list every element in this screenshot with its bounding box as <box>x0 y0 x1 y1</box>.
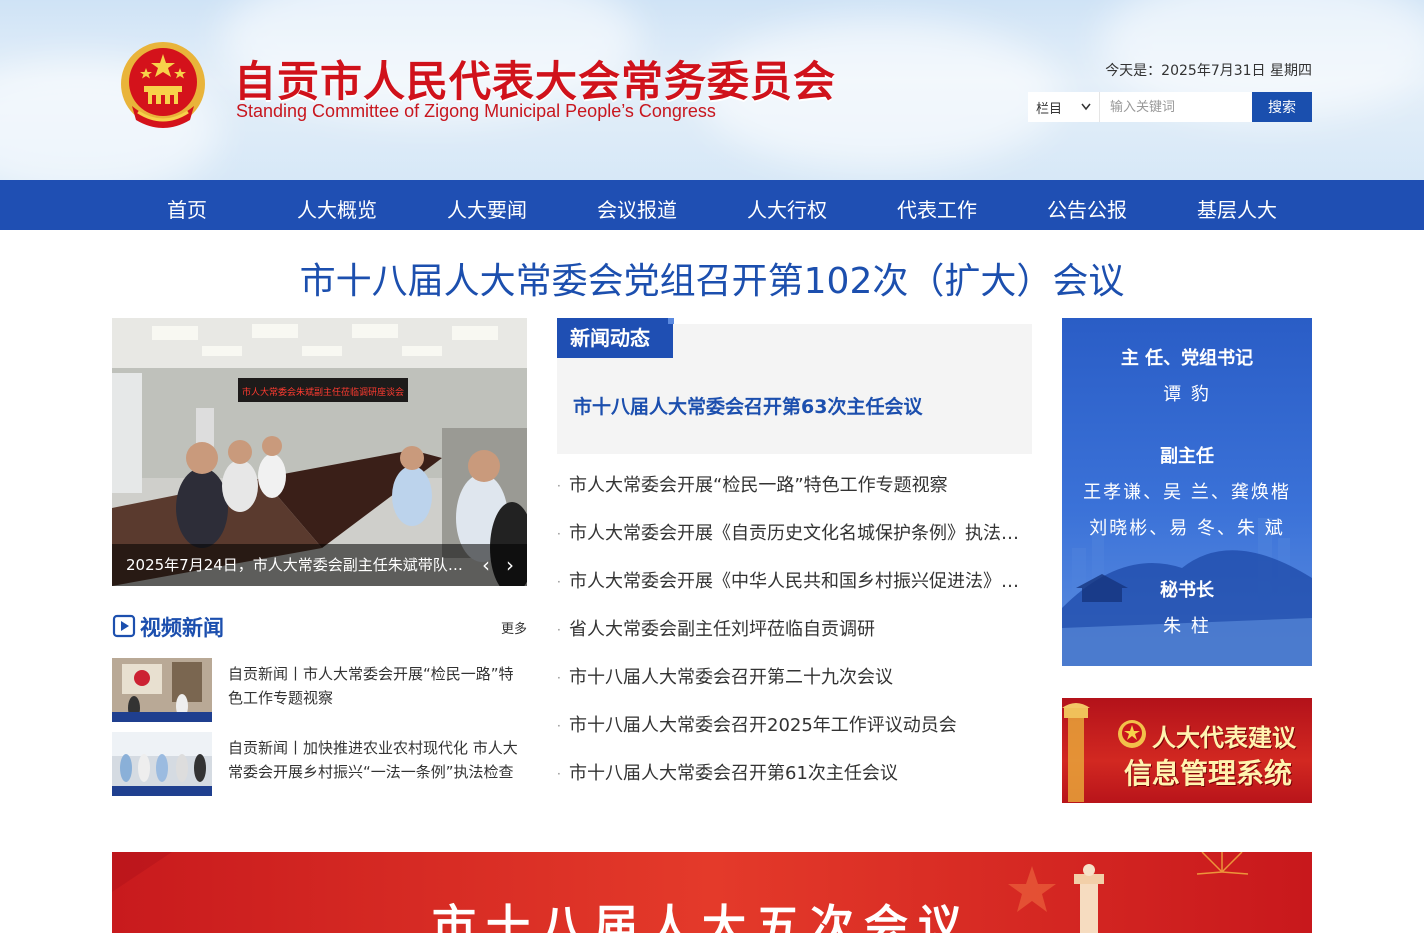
deputy-names-2: 刘晓彬、易 冬、朱 斌 <box>1089 518 1285 539</box>
search-bar: 栏目 搜索 <box>1028 92 1312 122</box>
video-thumbnail[interactable] <box>112 732 212 796</box>
news-item-title[interactable]: 市十八届人大常委会召开第61次主任会议 <box>569 763 898 784</box>
search-category-select[interactable]: 栏目 <box>1028 92 1100 122</box>
bullet-icon: · <box>557 623 561 637</box>
main-nav: 首页 人大概览 人大要闻 会议报道 人大行权 代表工作 公告公报 基层人大 <box>0 180 1424 230</box>
secretary-title: 秘书长 <box>1160 580 1214 601</box>
search-category-label: 栏目 <box>1036 101 1063 117</box>
session-banner[interactable]: 市十八届人大五次会议 <box>112 852 1312 933</box>
nav-item-grassroots[interactable]: 基层人大 <box>1162 180 1312 230</box>
slider-arrows: ‹ › <box>477 553 519 577</box>
chevron-right-icon[interactable]: › <box>501 553 519 577</box>
news-item-title[interactable]: 市人大常委会开展《自贡历史文化名城保护条例》执法检查 <box>569 523 1032 544</box>
search-input[interactable] <box>1100 92 1252 122</box>
news-item[interactable]: · 省人大常委会副主任刘坪莅临自贡调研 <box>557 606 1032 654</box>
director-name: 谭 豹 <box>1163 384 1211 405</box>
news-item[interactable]: · 市人大常委会开展《自贡历史文化名城保护条例》执法检查 <box>557 510 1032 558</box>
chevron-down-icon <box>1081 103 1091 111</box>
site-subtitle: Standing Committee of Zigong Municipal P… <box>236 101 716 121</box>
news-item[interactable]: · 市十八届人大常委会召开2025年工作评议动员会 <box>557 702 1032 750</box>
proposal-banner-line2: 信息管理系统 <box>1124 757 1293 790</box>
nav-item-overview[interactable]: 人大概览 <box>262 180 412 230</box>
bullet-icon: · <box>557 767 561 781</box>
photo-slider[interactable]: 市人大常委会朱斌副主任莅临调研座谈会 2025年7月24日，市人大常委会副主任朱… <box>112 318 527 586</box>
bullet-icon: · <box>557 671 561 685</box>
news-item-title[interactable]: 市人大常委会开展《中华人民共和国乡村振兴促进法》执法检查 <box>569 571 1032 592</box>
bullet-icon: · <box>557 527 561 541</box>
bullet-icon: · <box>557 719 561 733</box>
video-news-header: 视频新闻 更多 <box>112 612 527 642</box>
deputy-names-1: 王孝谦、吴 兰、龚焕楷 <box>1083 482 1291 503</box>
national-emblem-icon[interactable] <box>118 40 208 132</box>
news-item[interactable]: · 市十八届人大常委会召开第二十九次会议 <box>557 654 1032 702</box>
search-button[interactable]: 搜索 <box>1252 92 1312 122</box>
session-banner-text: 市十八届人大五次会议 <box>432 901 972 933</box>
news-item[interactable]: · 市十八届人大常委会召开第61次主任会议 <box>557 750 1032 798</box>
nav-item-deputies[interactable]: 代表工作 <box>862 180 1012 230</box>
nav-item-announcements[interactable]: 公告公报 <box>1012 180 1162 230</box>
video-more-link[interactable]: 更多 <box>501 618 527 637</box>
bullet-icon: · <box>557 575 561 589</box>
news-item[interactable]: · 市人大常委会开展“检民一路”特色工作专题视察 <box>557 462 1032 510</box>
news-item-title[interactable]: 省人大常委会副主任刘坪莅临自贡调研 <box>569 619 875 640</box>
nav-item-home[interactable]: 首页 <box>112 180 262 230</box>
slider-caption[interactable]: 2025年7月24日，市人大常委会副主任朱斌带队到自贡市农业农村局调研 <box>112 544 527 586</box>
video-item-title[interactable]: 自贡新闻丨市人大常委会开展“检民一路”特色工作专题视察 <box>228 662 527 710</box>
site-header: 自贡市人民代表大会常务委员会 Standing Committee of Zig… <box>0 0 1424 180</box>
news-tag[interactable]: 新闻动态 <box>557 318 674 358</box>
video-item[interactable]: 自贡新闻丨加快推进农业农村现代化 市人大常委会开展乡村振兴“一法一条例”执法检查 <box>112 732 527 796</box>
nav-item-news[interactable]: 人大要闻 <box>412 180 562 230</box>
bullet-icon: · <box>557 479 561 493</box>
news-item-title[interactable]: 市人大常委会开展“检民一路”特色工作专题视察 <box>569 475 948 496</box>
today-date: 今天是：2025年7月31日 星期四 <box>1105 63 1312 79</box>
play-icon <box>112 614 136 638</box>
video-thumbnail[interactable] <box>112 658 212 722</box>
news-item[interactable]: · 市人大常委会开展《中华人民共和国乡村振兴促进法》执法检查 <box>557 558 1032 606</box>
nav-item-powers[interactable]: 人大行权 <box>712 180 862 230</box>
site-title: 自贡市人民代表大会常务委员会 <box>234 57 837 106</box>
proposal-banner-line1: 人大代表建议 <box>1152 723 1296 752</box>
news-list: · 市人大常委会开展“检民一路”特色工作专题视察 · 市人大常委会开展《自贡历史文化… <box>557 462 1032 798</box>
nav-item-meetings[interactable]: 会议报道 <box>562 180 712 230</box>
video-item[interactable]: 自贡新闻丨市人大常委会开展“检民一路”特色工作专题视察 <box>112 658 527 722</box>
director-title: 主 任、党组书记 <box>1120 348 1254 369</box>
video-item-title[interactable]: 自贡新闻丨加快推进农业农村现代化 市人大常委会开展乡村振兴“一法一条例”执法检查 <box>228 736 527 784</box>
chevron-left-icon[interactable]: ‹ <box>477 553 495 577</box>
headline-link[interactable]: 市十八届人大常委会党组召开第102次（扩大）会议 <box>0 252 1424 304</box>
slide-banner-text: 市人大常委会朱斌副主任莅临调研座谈会 <box>242 386 404 398</box>
leaders-panel[interactable]: 主 任、党组书记 谭 豹 副主任 王孝谦、吴 兰、龚焕楷 刘晓彬、易 冬、朱 斌… <box>1062 318 1312 666</box>
news-feature-link[interactable]: 市十八届人大常委会召开第63次主任会议 <box>573 392 922 419</box>
news-item-title[interactable]: 市十八届人大常委会召开2025年工作评议动员会 <box>569 715 957 736</box>
deputy-proposal-system-banner[interactable]: 人大代表建议 信息管理系统 <box>1062 698 1312 803</box>
news-item-title[interactable]: 市十八届人大常委会召开第二十九次会议 <box>569 667 893 688</box>
secretary-name: 朱 柱 <box>1163 616 1211 637</box>
deputy-title: 副主任 <box>1160 446 1214 467</box>
video-news-title: 视频新闻 <box>140 616 224 640</box>
